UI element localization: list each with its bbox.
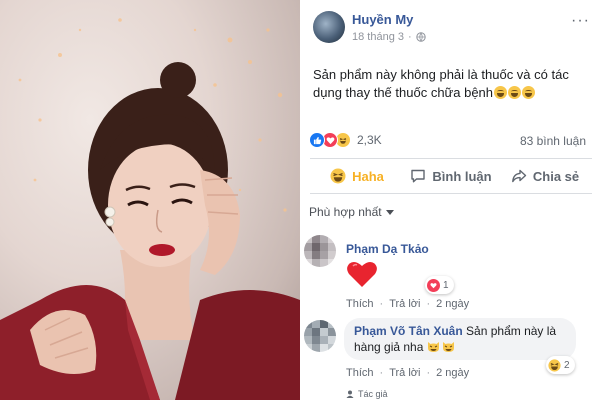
- haha-icon: [330, 168, 346, 184]
- commenter-avatar[interactable]: [304, 235, 336, 267]
- reaction-count[interactable]: 2,3K: [357, 133, 382, 147]
- haha-reaction-icon: [548, 358, 561, 372]
- laughing-cat-icon: [442, 342, 454, 352]
- commenter-avatar[interactable]: [304, 320, 336, 352]
- person-icon: [346, 390, 354, 398]
- cat-emoji-group: [427, 340, 455, 353]
- reply-comment-link[interactable]: Trả lời: [389, 367, 420, 379]
- caret-down-icon: [385, 209, 394, 215]
- haha-label: Haha: [352, 168, 384, 184]
- comment-count[interactable]: 83 bình luận: [520, 134, 586, 148]
- post-stats: 2,3K 83 bình luận: [300, 126, 600, 154]
- post-photo[interactable]: [0, 0, 300, 400]
- action-bar: Haha Bình luận Chia sẻ: [310, 158, 592, 194]
- post-meta: 18 tháng 3 ·: [352, 31, 426, 43]
- more-icon[interactable]: ···: [571, 12, 590, 30]
- separator: ·: [379, 298, 384, 310]
- reaction-summary[interactable]: 2,3K: [309, 132, 382, 148]
- comment-reaction-badge[interactable]: 2: [546, 356, 575, 374]
- portrait-illustration: [0, 18, 300, 400]
- comment-time[interactable]: 2 ngày: [436, 298, 469, 310]
- post-panel: Huyền My 18 tháng 3 · ··· Sản phẩm này k…: [300, 0, 600, 400]
- separator: ·: [426, 367, 431, 379]
- comment-reaction-count: 2: [564, 359, 570, 371]
- share-label: Chia sẻ: [532, 168, 580, 184]
- share-button[interactable]: Chia sẻ: [498, 159, 592, 193]
- grin-emoji-icon: [508, 86, 522, 99]
- grin-emoji-icon: [522, 86, 536, 99]
- comment-time[interactable]: 2 ngày: [436, 367, 469, 379]
- comment-reaction-badge[interactable]: 1: [425, 276, 454, 294]
- separator: ·: [426, 298, 431, 310]
- author-tag-label: Tác giả: [358, 389, 388, 399]
- globe-icon: [415, 32, 426, 42]
- author-tag: Tác giả: [346, 389, 388, 399]
- comment-label: Bình luận: [432, 168, 492, 184]
- screenshot: Huyền My 18 tháng 3 · ··· Sản phẩm này k…: [0, 0, 600, 400]
- heart-icon: [347, 261, 377, 287]
- meta-separator: ·: [408, 31, 412, 43]
- comment-actions: Thích · Trả lời · 2 ngày: [346, 367, 469, 379]
- comment-reaction-count: 1: [443, 279, 449, 291]
- separator: ·: [379, 367, 384, 379]
- comment-sticker: [346, 260, 378, 288]
- author-avatar[interactable]: [313, 11, 345, 43]
- love-reaction-icon: [427, 278, 440, 292]
- comment-body: Phạm Võ Tân Xuân Sản phẩm này là hàng gi…: [354, 323, 574, 355]
- like-comment-link[interactable]: Thích: [346, 367, 374, 379]
- share-icon: [511, 169, 527, 183]
- comment-filter[interactable]: Phù hợp nhất: [309, 205, 394, 219]
- laughing-cat-icon: [427, 342, 439, 352]
- author-name[interactable]: Huyền My: [352, 12, 413, 27]
- like-reaction-icon: [309, 132, 325, 148]
- comment-button[interactable]: Bình luận: [404, 159, 498, 193]
- grin-emoji-icon: [494, 86, 508, 99]
- haha-button[interactable]: Haha: [310, 159, 404, 193]
- reply-comment-link[interactable]: Trả lời: [389, 298, 420, 310]
- comment-icon: [411, 169, 426, 183]
- post-header: Huyền My 18 tháng 3 · ···: [300, 0, 600, 50]
- comment-filter-label: Phù hợp nhất: [309, 205, 382, 219]
- commenter-name[interactable]: Phạm Võ Tân Xuân: [354, 324, 463, 338]
- comment-actions: Thích · Trả lời · 2 ngày: [346, 298, 469, 310]
- like-comment-link[interactable]: Thích: [346, 298, 374, 310]
- post-text: Sản phẩm này không phải là thuốc và có t…: [313, 66, 593, 102]
- post-date[interactable]: 18 tháng 3: [352, 31, 404, 43]
- commenter-name[interactable]: Phạm Dạ Tkảo: [346, 242, 429, 256]
